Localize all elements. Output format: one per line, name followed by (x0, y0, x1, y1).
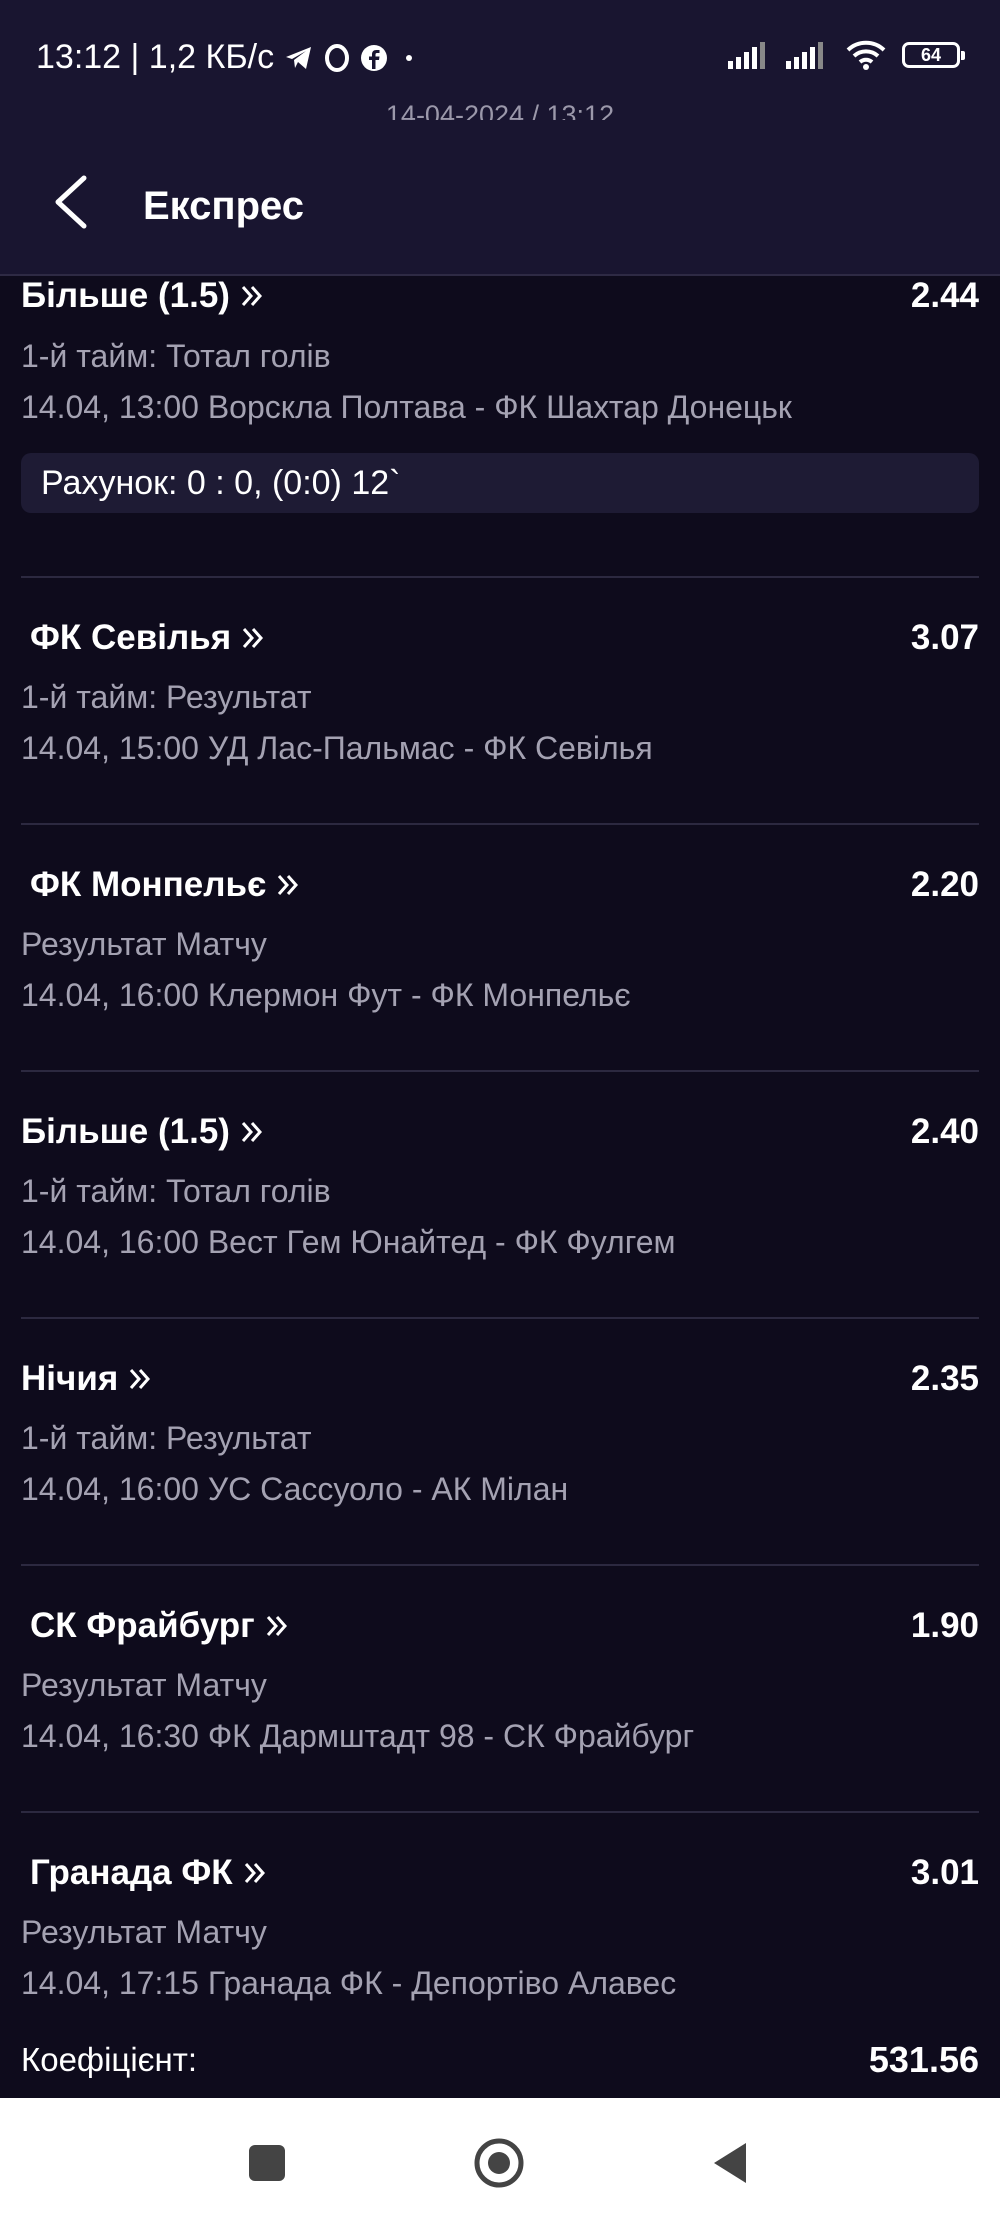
bet-pick-label: Більше (1.5) (21, 276, 230, 315)
bet-odd: 2.20 (910, 865, 979, 904)
back-triangle-icon[interactable] (706, 2138, 756, 2188)
bet-pick[interactable]: Нічия (21, 1359, 152, 1399)
wifi-icon (846, 40, 886, 70)
bet-odd: 2.44 (910, 276, 979, 315)
bet-event: 14.04, 17:15 Гранада ФК - Депортіво Алав… (21, 1965, 677, 2001)
bet-header: СК Фрайбург 1.90 (21, 1606, 979, 1646)
bet-item[interactable]: ФК Монпельє 2.20 Результат Матчу 14.04, … (21, 825, 979, 1072)
total-coefficient-value: 531.56 (868, 2039, 979, 2080)
bet-odd: 3.01 (910, 1853, 979, 1892)
bet-event: 14.04, 13:00 Ворскла Полтава - ФК Шахтар… (21, 389, 792, 425)
total-coefficient-row: Коефіцієнт: 531.56 (21, 2039, 979, 2081)
status-icons: 64 (728, 40, 965, 70)
bet-pick[interactable]: ФК Монпельє (21, 865, 300, 905)
double-chevron-right-icon (130, 1369, 151, 1389)
bet-pick-label: ФК Севілья (30, 618, 232, 657)
score-box: Рахунок: 0 : 0, (0:0) 12` (21, 453, 979, 513)
bet-odd: 2.40 (910, 1112, 979, 1151)
bet-odd: 1.90 (910, 1606, 979, 1645)
bet-pick-label: Більше (1.5) (21, 1112, 230, 1151)
bet-pick-label: ФК Монпельє (30, 865, 267, 904)
bet-event: 14.04, 16:30 ФК Дармштадт 98 - СК Фрайбу… (21, 1718, 695, 1754)
bet-market: 1-й тайм: Тотал голів (21, 338, 331, 374)
bet-pick-label: Гранада ФК (30, 1853, 233, 1892)
double-chevron-right-icon (243, 628, 264, 648)
dot-icon (406, 54, 413, 61)
status-bar: 13:12 | 1,2 КБ/с 64 14-04-2024 / 13:12 (0, 0, 1000, 130)
bet-market: 1-й тайм: Результат (21, 1420, 312, 1456)
double-chevron-right-icon (244, 1863, 265, 1883)
system-nav-bar (0, 2098, 1000, 2222)
bet-header: Більше (1.5) 2.44 (21, 276, 979, 316)
total-coefficient-label: Коефіцієнт: (21, 2041, 197, 2078)
bet-pick[interactable]: СК Фрайбург (21, 1606, 289, 1646)
bet-header: Гранада ФК 3.01 (21, 1853, 979, 1893)
bet-item[interactable]: Більше (1.5) 2.40 1-й тайм: Тотал голів … (21, 1072, 979, 1319)
bet-event: 14.04, 15:00 УД Лас-Пальмас - ФК Севілья (21, 730, 653, 766)
bet-pick-label: СК Фрайбург (30, 1606, 255, 1645)
battery-icon: 64 (902, 42, 965, 68)
double-chevron-right-icon (241, 286, 262, 306)
bet-header: Більше (1.5) 2.40 (21, 1112, 979, 1152)
chevron-left-icon[interactable] (44, 172, 104, 232)
bet-item[interactable]: ФК Севілья 3.07 1-й тайм: Результат 14.0… (21, 578, 979, 825)
bet-odd: 3.07 (910, 618, 979, 657)
telegram-icon (286, 46, 312, 69)
bet-market: 1-й тайм: Результат (21, 679, 312, 715)
bet-market: Результат Матчу (21, 1667, 267, 1703)
bet-list: Більше (1.5) 2.44 1-й тайм: Тотал голів … (0, 276, 1000, 2098)
bet-pick[interactable]: Більше (1.5) (21, 1112, 264, 1152)
bet-item[interactable]: СК Фрайбург 1.90 Результат Матчу 14.04, … (21, 1566, 979, 1813)
bet-item[interactable]: Більше (1.5) 2.44 1-й тайм: Тотал голів … (21, 276, 979, 578)
bet-market: Результат Матчу (21, 926, 267, 962)
signal-icon (728, 42, 765, 69)
signal-icon (786, 42, 823, 69)
status-time: 13:12 | 1,2 КБ/с (36, 38, 420, 77)
home-circle-icon[interactable] (474, 2138, 524, 2188)
double-chevron-right-icon (266, 1616, 287, 1636)
bet-event: 14.04, 16:00 Вест Гем Юнайтед - ФК Фулге… (21, 1224, 676, 1260)
bet-market: Результат Матчу (21, 1914, 267, 1950)
bet-pick[interactable]: Більше (1.5) (21, 276, 264, 316)
bet-market: 1-й тайм: Тотал голів (21, 1173, 331, 1209)
score-text: Рахунок: 0 : 0, (0:0) 12` (41, 463, 401, 502)
facebook-icon (361, 44, 388, 71)
bet-event: 14.04, 16:00 УС Сассуоло - АК Мілан (21, 1471, 569, 1507)
bet-header: ФК Севілья 3.07 (21, 618, 979, 658)
status-time-text: 13:12 | 1,2 КБ/с (36, 38, 275, 76)
bet-odd: 2.35 (910, 1359, 979, 1398)
bet-event: 14.04, 16:00 Клермон Фут - ФК Монпельє (21, 977, 631, 1013)
page-title: Експрес (143, 184, 304, 228)
bet-item[interactable]: Гранада ФК 3.01 Результат Матчу 14.04, 1… (21, 1813, 979, 2053)
bet-header: ФК Монпельє 2.20 (21, 865, 979, 905)
bet-item[interactable]: Нічия 2.35 1-й тайм: Результат 14.04, 16… (21, 1319, 979, 1566)
double-chevron-right-icon (278, 875, 299, 895)
opera-icon (325, 43, 350, 72)
bet-header: Нічия 2.35 (21, 1359, 979, 1399)
double-chevron-right-icon (241, 1122, 262, 1142)
bet-pick[interactable]: Гранада ФК (21, 1853, 267, 1893)
recents-square-icon[interactable] (242, 2138, 292, 2188)
header: Експрес (0, 120, 1000, 276)
bet-pick-label: Нічия (21, 1359, 119, 1398)
bet-pick[interactable]: ФК Севілья (21, 618, 265, 658)
